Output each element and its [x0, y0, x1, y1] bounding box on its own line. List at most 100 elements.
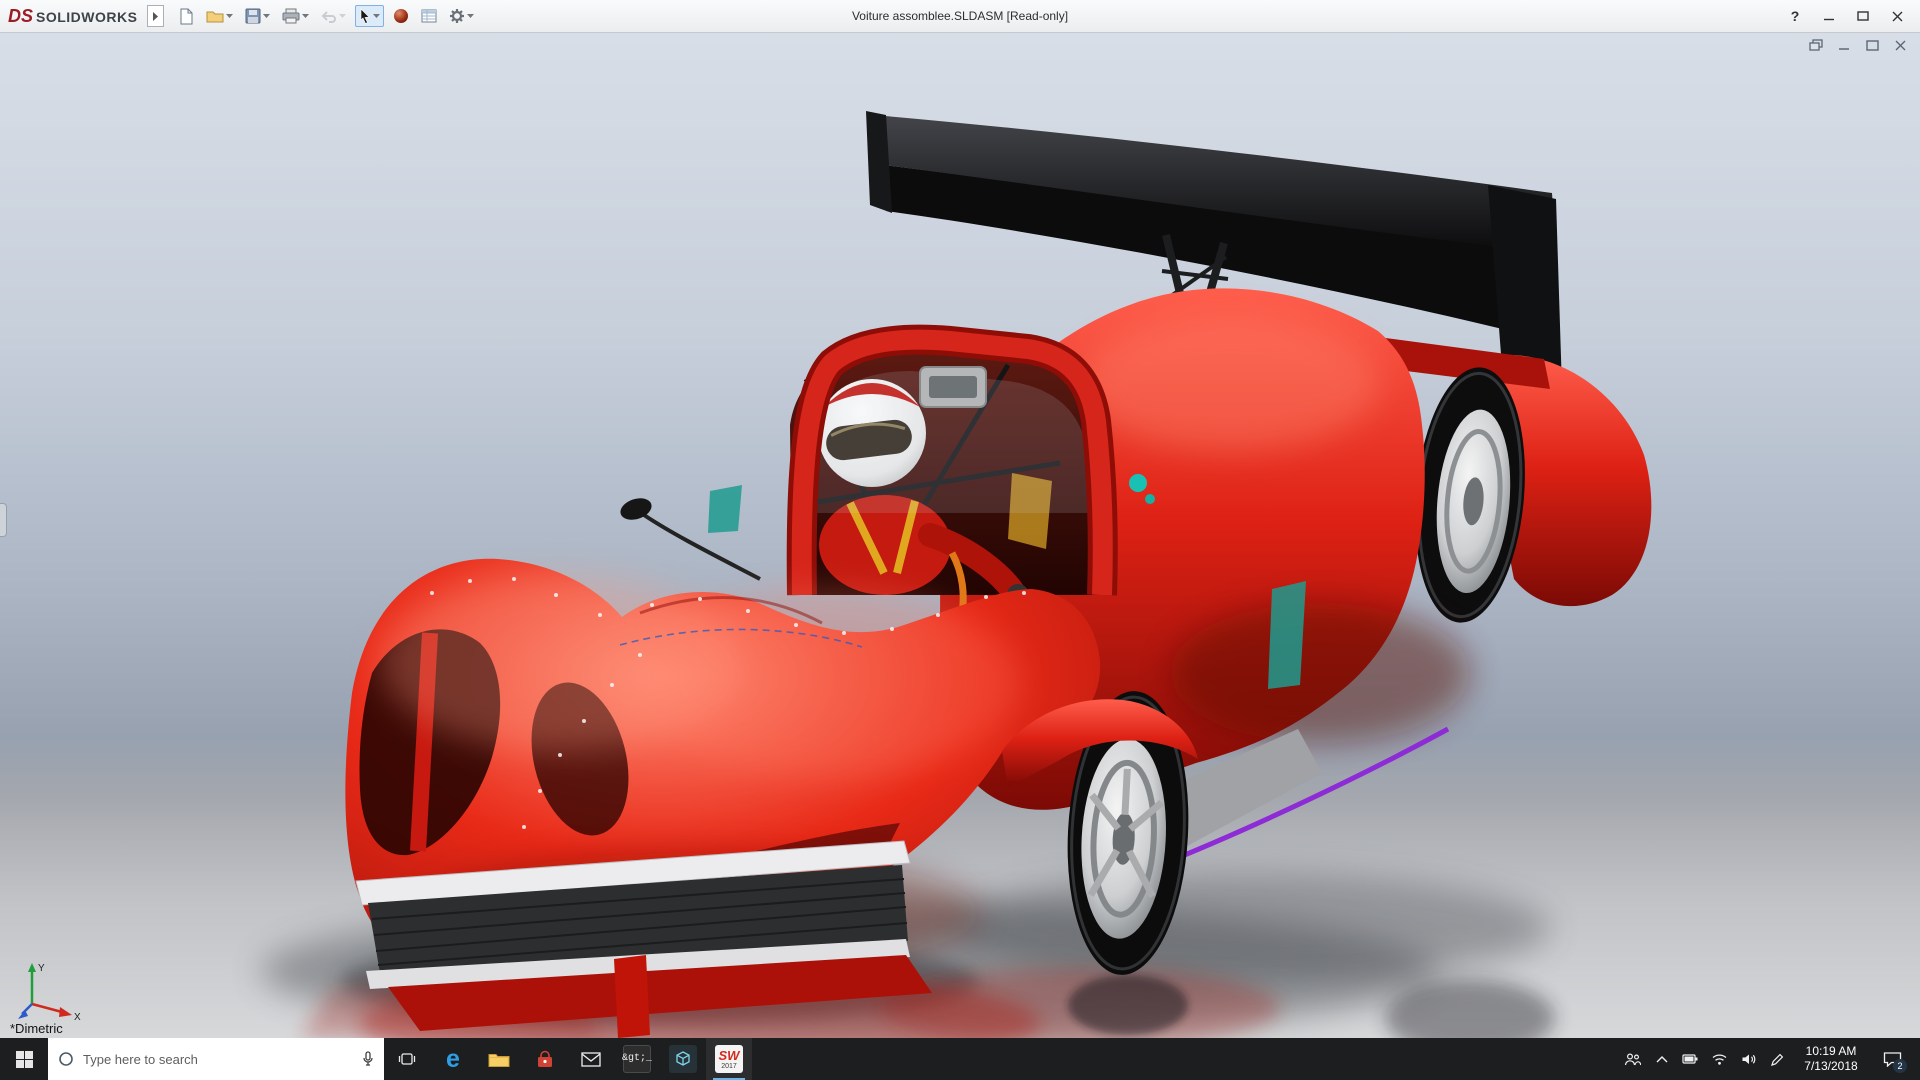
clock-time: 10:19 AM: [1805, 1044, 1857, 1058]
battery-button[interactable]: [1676, 1038, 1705, 1080]
orientation-triad: Y X: [18, 963, 81, 1022]
x-axis-label: X: [74, 1012, 81, 1022]
start-button[interactable]: [0, 1038, 48, 1080]
viewport-maximize-button[interactable]: [1864, 38, 1880, 52]
hidden-icons-button[interactable]: [1647, 1038, 1676, 1080]
document-title: Voiture assomblee.SLDASM [Read-only]: [851, 9, 1069, 23]
people-button[interactable]: [1618, 1038, 1647, 1080]
flyout-arrow-icon: [153, 11, 159, 21]
task-view-button[interactable]: [384, 1038, 430, 1080]
select-tool-button[interactable]: [355, 5, 385, 27]
viewport-minimize-button[interactable]: [1836, 38, 1852, 52]
model-viewer-icon: [669, 1045, 697, 1073]
open-folder-icon: [206, 11, 224, 23]
maximize-icon: [1865, 39, 1879, 51]
print-icon: [282, 8, 300, 24]
restore-icon: [1809, 38, 1823, 51]
command-prompt-icon: &gt;_: [622, 1045, 652, 1073]
graphics-viewport[interactable]: Y X *Dimetric: [0, 33, 1920, 1038]
solidworks-logo: DS SOLIDWORKS: [8, 6, 137, 27]
solidworks-taskbar-button[interactable]: SW 2017: [706, 1038, 752, 1080]
design-table-button[interactable]: [418, 7, 440, 25]
pen-button[interactable]: [1763, 1038, 1792, 1080]
minimize-button[interactable]: [1814, 4, 1844, 28]
appearance-sphere-icon: [394, 9, 409, 23]
dropdown-caret-icon: [339, 14, 347, 18]
clock-date: 7/13/2018: [1804, 1059, 1858, 1073]
print-button[interactable]: [279, 6, 312, 26]
solidworks-wordmark: SOLIDWORKS: [36, 8, 138, 25]
dropdown-caret-icon[interactable]: [226, 14, 234, 18]
options-button[interactable]: [446, 6, 477, 26]
action-center-button[interactable]: 2: [1870, 1038, 1914, 1080]
window-controls: ?: [1780, 4, 1912, 28]
select-arrow-icon: [361, 8, 371, 24]
edge-icon: e: [446, 1044, 460, 1073]
solidworks-icon: SW 2017: [715, 1045, 743, 1073]
store-button[interactable]: [522, 1038, 568, 1080]
task-view-icon: [398, 1053, 416, 1065]
file-explorer-icon: [488, 1053, 510, 1067]
viewport-restore-button[interactable]: [1808, 38, 1824, 52]
design-table-icon: [421, 9, 437, 23]
command-prompt-button[interactable]: &gt;_: [614, 1038, 660, 1080]
notification-badge: 2: [1893, 1059, 1907, 1073]
undo-button[interactable]: [318, 7, 349, 25]
ds-logo-icon: DS: [8, 5, 34, 26]
standard-toolbar: [176, 5, 477, 27]
minimize-icon: [1839, 48, 1849, 50]
3d-scene[interactable]: [0, 33, 1920, 1038]
viewport-close-button[interactable]: [1892, 38, 1908, 52]
dropdown-caret-icon[interactable]: [467, 14, 475, 18]
close-icon: [1895, 40, 1905, 50]
pen-icon: [1771, 1053, 1784, 1066]
close-icon: [1892, 11, 1902, 21]
open-button[interactable]: [203, 7, 236, 25]
titlebar: DS SOLIDWORKS Voiture assomblee.SLDASM […: [0, 0, 1920, 33]
battery-icon: [1682, 1054, 1698, 1064]
help-button[interactable]: ?: [1780, 4, 1810, 28]
options-gear-icon: [450, 9, 465, 23]
dropdown-caret-icon[interactable]: [302, 14, 310, 18]
new-document-icon: [180, 8, 193, 24]
y-axis-arrow: [28, 963, 36, 972]
new-document-button[interactable]: [176, 6, 197, 27]
file-explorer-button[interactable]: [476, 1038, 522, 1080]
search-placeholder: Type here to search: [83, 1051, 198, 1067]
panel-collapse-handle[interactable]: [0, 503, 7, 537]
save-button[interactable]: [242, 6, 273, 26]
undo-icon: [322, 11, 337, 23]
menu-expand-button[interactable]: [147, 5, 165, 27]
cortana-icon: [59, 1052, 73, 1066]
people-icon: [1624, 1052, 1641, 1065]
minimize-icon: [1824, 18, 1834, 21]
taskbar-clock[interactable]: 10:19 AM 7/13/2018: [1792, 1044, 1870, 1074]
mail-button[interactable]: [568, 1038, 614, 1080]
mail-icon: [581, 1051, 601, 1067]
close-button[interactable]: [1882, 4, 1912, 28]
x-axis-arrow: [59, 1007, 72, 1017]
system-tray: 10:19 AM 7/13/2018 2: [1618, 1038, 1920, 1080]
appearance-button[interactable]: [390, 6, 412, 26]
y-axis-label: Y: [38, 963, 45, 974]
windows-logo-icon: [15, 1050, 33, 1068]
maximize-icon: [1857, 11, 1869, 21]
maximize-button[interactable]: [1848, 4, 1878, 28]
model-viewer-button[interactable]: [660, 1038, 706, 1080]
document-window-controls: [1808, 38, 1908, 52]
taskbar-search[interactable]: Type here to search: [48, 1038, 384, 1080]
network-wifi-icon: [1712, 1054, 1727, 1065]
mirror-housing: [919, 366, 987, 408]
microphone-icon[interactable]: [362, 1051, 374, 1067]
network-button[interactable]: [1705, 1038, 1734, 1080]
windows-taskbar: Type here to search e &gt;_ SW 2017 10:1…: [0, 1038, 1920, 1080]
volume-button[interactable]: [1734, 1038, 1763, 1080]
dropdown-caret-icon[interactable]: [373, 14, 381, 18]
store-icon: [538, 1050, 552, 1067]
volume-icon: [1742, 1054, 1755, 1064]
view-orientation-label: *Dimetric: [10, 1021, 63, 1036]
edge-button[interactable]: e: [430, 1038, 476, 1080]
dropdown-caret-icon[interactable]: [263, 14, 271, 18]
chevron-up-icon: [1656, 1055, 1667, 1062]
save-icon: [245, 8, 261, 24]
